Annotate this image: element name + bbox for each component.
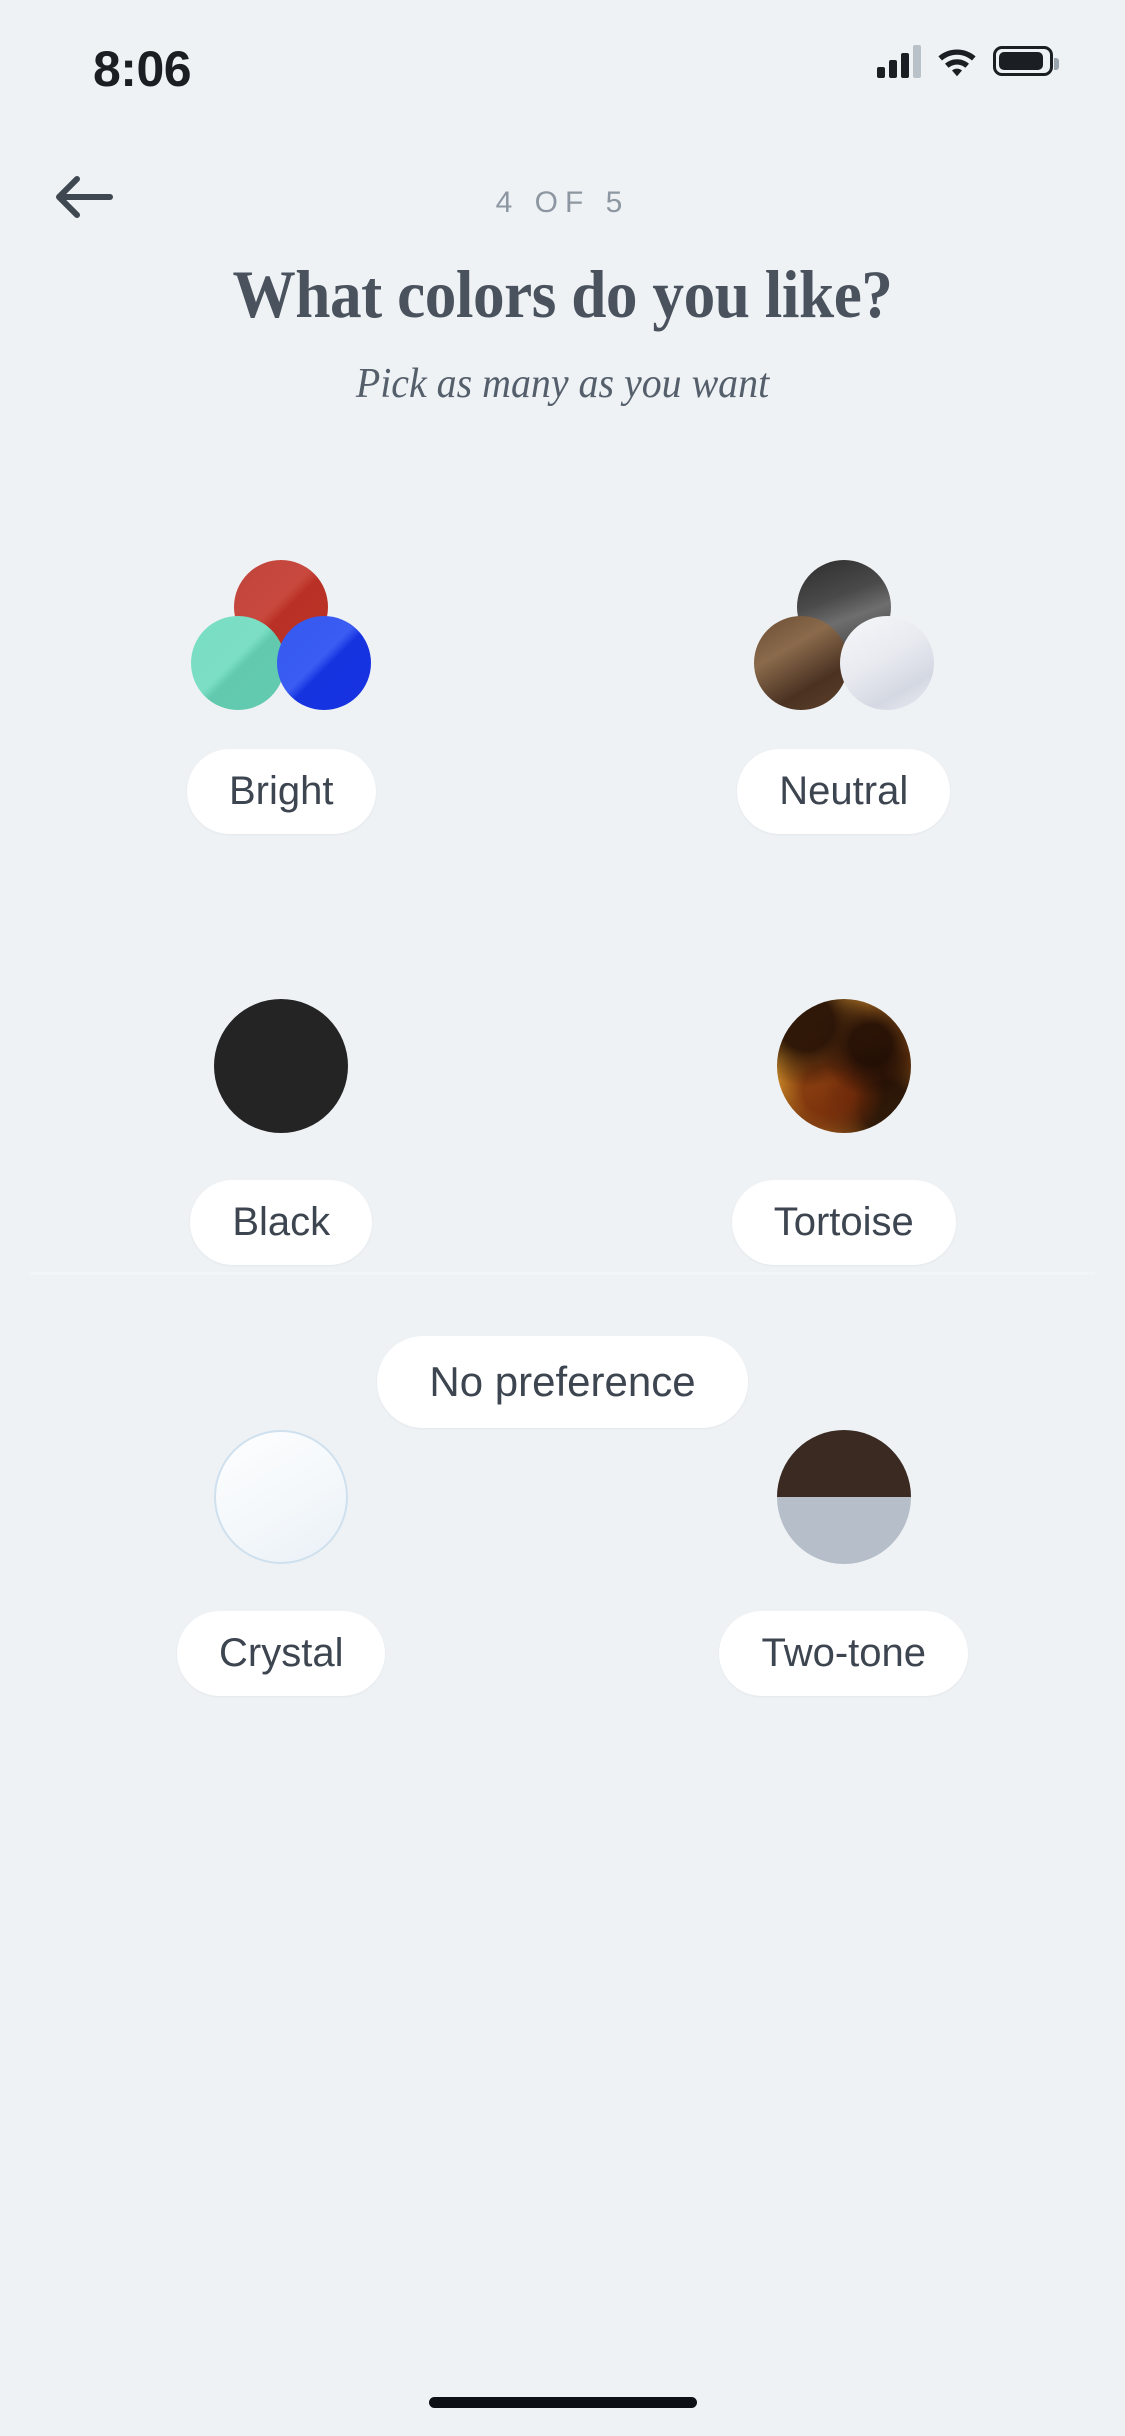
option-label[interactable]: Bright bbox=[187, 749, 376, 834]
option-label[interactable]: Black bbox=[190, 1180, 373, 1265]
no-preference-button[interactable]: No preference bbox=[377, 1336, 748, 1428]
color-options-grid: Bright Neutral Black Tortoise Crystal Tw… bbox=[0, 545, 1125, 1696]
page-title: What colors do you like? bbox=[232, 256, 893, 332]
solid-circle-black-icon bbox=[214, 999, 349, 1133]
swatch-area bbox=[214, 976, 349, 1156]
battery-full-icon bbox=[993, 46, 1059, 76]
option-two-tone[interactable]: Two-tone bbox=[563, 1407, 1125, 1696]
swatch-area bbox=[753, 545, 934, 725]
no-preference-row: No preference bbox=[0, 1336, 1125, 1428]
status-bar-time: 8:06 bbox=[93, 41, 192, 97]
pattern-circle-tortoise-icon bbox=[776, 999, 911, 1133]
onboarding-screen: 8:06 4 OF 5 What colors do you like? Pic… bbox=[0, 0, 1125, 2436]
wifi-icon bbox=[937, 44, 977, 78]
section-divider bbox=[30, 1272, 1095, 1275]
three-circle-cluster-bright-icon bbox=[191, 560, 372, 710]
swatch-area bbox=[191, 545, 372, 725]
option-neutral[interactable]: Neutral bbox=[563, 545, 1125, 834]
option-crystal[interactable]: Crystal bbox=[0, 1407, 563, 1696]
page-subtitle: Pick as many as you want bbox=[355, 361, 770, 407]
option-bright[interactable]: Bright bbox=[0, 545, 563, 834]
option-label[interactable]: Two-tone bbox=[719, 1611, 969, 1696]
circle-brown bbox=[753, 616, 848, 710]
status-bar-indicators bbox=[877, 44, 1059, 78]
option-black[interactable]: Black bbox=[0, 976, 563, 1265]
swatch-area bbox=[776, 976, 911, 1156]
solid-circle-crystal-icon bbox=[214, 1430, 349, 1564]
option-label[interactable]: Tortoise bbox=[731, 1180, 956, 1265]
circle-blue bbox=[277, 616, 372, 710]
circle-teal bbox=[191, 616, 286, 710]
option-label[interactable]: Neutral bbox=[737, 749, 951, 834]
three-circle-cluster-neutral-icon bbox=[753, 560, 934, 710]
step-indicator: 4 OF 5 bbox=[495, 186, 630, 219]
swatch-area bbox=[214, 1407, 349, 1587]
status-bar: 8:06 bbox=[0, 0, 1125, 132]
home-indicator[interactable] bbox=[428, 2397, 697, 2408]
option-label[interactable]: Crystal bbox=[177, 1611, 386, 1696]
circle-white bbox=[839, 616, 934, 710]
cellular-signal-icon bbox=[877, 44, 921, 78]
split-circle-two-tone-icon bbox=[776, 1430, 911, 1564]
option-tortoise[interactable]: Tortoise bbox=[563, 976, 1125, 1265]
swatch-area bbox=[776, 1407, 911, 1587]
